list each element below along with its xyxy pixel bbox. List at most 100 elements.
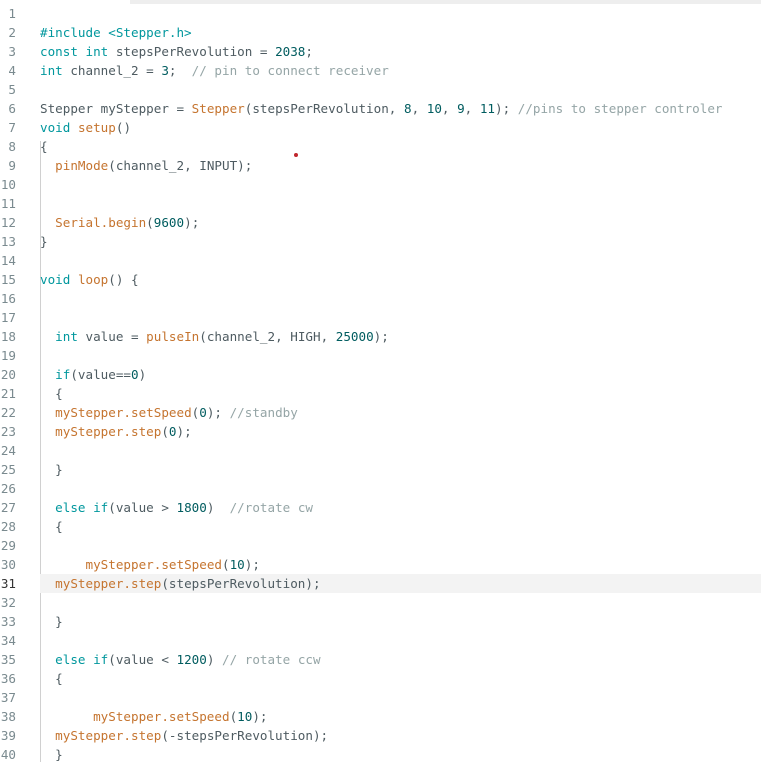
line-number: 9 — [8, 158, 16, 173]
code-text: else if(value > 1800) //rotate cw — [40, 498, 313, 517]
code-line[interactable]: 28 { — [0, 517, 761, 536]
code-line[interactable]: 1 — [0, 4, 761, 23]
line-number: 13 — [0, 234, 16, 249]
code-token: , — [441, 101, 458, 116]
code-token: void — [40, 120, 71, 135]
code-line[interactable]: 30 myStepper.setSpeed(10); — [0, 555, 761, 574]
code-line[interactable]: 27 else if(value > 1800) //rotate cw — [0, 498, 761, 517]
code-line[interactable]: 33 } — [0, 612, 761, 631]
line-number: 1 — [8, 6, 16, 21]
code-line[interactable]: 7 void setup() — [0, 118, 761, 137]
code-line[interactable]: 18 int value = pulseIn(channel_2, HIGH, … — [0, 327, 761, 346]
code-token: { — [40, 386, 63, 401]
code-token: } — [40, 747, 63, 762]
code-token: if — [55, 367, 71, 382]
code-token: ) — [206, 652, 223, 667]
line-number: 36 — [0, 671, 16, 686]
code-line[interactable]: 15 void loop() { — [0, 270, 761, 289]
code-token: { — [40, 671, 63, 686]
code-line[interactable]: 37 — [0, 688, 761, 707]
line-number: 28 — [0, 519, 16, 534]
code-editor[interactable]: 1 2 #include <Stepper.h> 3 const int stepsPe… — [0, 4, 761, 764]
line-number: 30 — [0, 557, 16, 572]
line-number: 15 — [0, 272, 16, 287]
code-token: 1200 — [176, 652, 207, 667]
line-number: 24 — [0, 443, 16, 458]
code-token: 9600 — [153, 215, 185, 230]
code-text: int value = pulseIn(channel_2, HIGH, 250… — [40, 327, 389, 346]
code-token: Stepper myStepper = — [40, 101, 192, 116]
code-line[interactable]: 35 else if(value < 1200) // rotate ccw — [0, 650, 761, 669]
code-token: // pin to connect receiver — [191, 63, 389, 78]
code-token: ); — [495, 101, 518, 116]
code-line[interactable]: 9 pinMode(channel_2, INPUT); — [0, 156, 761, 175]
line-number: 29 — [0, 538, 16, 553]
code-line[interactable]: 25 } — [0, 460, 761, 479]
code-line[interactable]: 6 Stepper myStepper = Stepper(stepsPerRev… — [0, 99, 761, 118]
code-text: myStepper.setSpeed(0); //standby — [40, 403, 298, 422]
line-number: 6 — [8, 101, 16, 116]
line-number: 19 — [0, 348, 16, 363]
code-token: myStepper.setSpeed — [93, 709, 230, 724]
code-line[interactable]: 11 — [0, 194, 761, 213]
code-line[interactable]: 24 — [0, 441, 761, 460]
code-token: stepsPerRevolution = — [108, 44, 276, 59]
code-token: ( — [146, 215, 154, 230]
code-text: } — [40, 612, 63, 631]
code-line[interactable]: 38 myStepper.setSpeed(10); — [0, 707, 761, 726]
code-token: (channel_2, HIGH, — [199, 329, 336, 344]
line-number: 14 — [0, 253, 16, 268]
code-token: 2038 — [275, 44, 306, 59]
code-line[interactable]: 8{ — [0, 137, 761, 156]
code-line[interactable]: 14 — [0, 251, 761, 270]
code-token: ); — [206, 405, 230, 420]
code-token: 9 — [457, 101, 465, 116]
code-line[interactable]: 19 — [0, 346, 761, 365]
code-token: 1800 — [176, 500, 207, 515]
code-line[interactable]: 26 — [0, 479, 761, 498]
code-line[interactable]: 17 — [0, 308, 761, 327]
line-number: 25 — [0, 462, 16, 477]
code-line[interactable]: 20 if(value==0) — [0, 365, 761, 384]
code-line[interactable]: 2 #include <Stepper.h> — [0, 23, 761, 42]
code-line[interactable]: 10 — [0, 175, 761, 194]
code-text: const int stepsPerRevolution = 2038; — [40, 42, 313, 61]
code-line[interactable]: 40 } — [0, 745, 761, 764]
code-text: Stepper myStepper = Stepper(stepsPerRevo… — [40, 99, 722, 118]
code-token: loop — [77, 272, 109, 287]
line-number: 5 — [8, 82, 16, 97]
code-text: Serial.begin(9600); — [40, 213, 199, 232]
code-line[interactable]: 16 — [0, 289, 761, 308]
line-number: 3 — [8, 44, 16, 59]
code-line[interactable]: 5 — [0, 80, 761, 99]
code-line[interactable]: 12 Serial.begin(9600); — [0, 213, 761, 232]
line-number: 27 — [0, 500, 16, 515]
code-line[interactable]: 4 int channel_2 = 3; // pin to connect re… — [0, 61, 761, 80]
code-line[interactable]: 31 myStepper.step(stepsPerRevolution); — [1, 574, 761, 593]
code-line[interactable]: 13} — [0, 232, 761, 251]
code-token: 10 — [229, 557, 245, 572]
code-token: (-stepsPerRevolution); — [161, 728, 329, 743]
code-token: #include <Stepper.h> — [40, 25, 192, 40]
code-token: setup — [77, 120, 116, 135]
code-line[interactable]: 39 myStepper.step(-stepsPerRevolution); — [0, 726, 761, 745]
code-token: 0 — [199, 405, 207, 420]
code-line[interactable]: 36 { — [0, 669, 761, 688]
code-text: myStepper.setSpeed(10); — [40, 555, 260, 574]
code-text: if(value==0) — [40, 365, 146, 384]
code-text: myStepper.setSpeed(10); — [40, 707, 267, 726]
code-line[interactable]: 21 { — [0, 384, 761, 403]
code-line[interactable]: 32 — [0, 593, 761, 612]
code-line[interactable]: 34 — [0, 631, 761, 650]
code-token: ; — [305, 44, 313, 59]
code-token: (channel_2, INPUT); — [108, 158, 253, 173]
code-line[interactable]: 3 const int stepsPerRevolution = 2038; — [0, 42, 761, 61]
code-line[interactable]: 29 — [0, 536, 761, 555]
code-line[interactable]: 23 myStepper.step(0); — [0, 422, 761, 441]
line-number: 38 — [0, 709, 16, 724]
code-line[interactable]: 22 myStepper.setSpeed(0); //standby — [0, 403, 761, 422]
